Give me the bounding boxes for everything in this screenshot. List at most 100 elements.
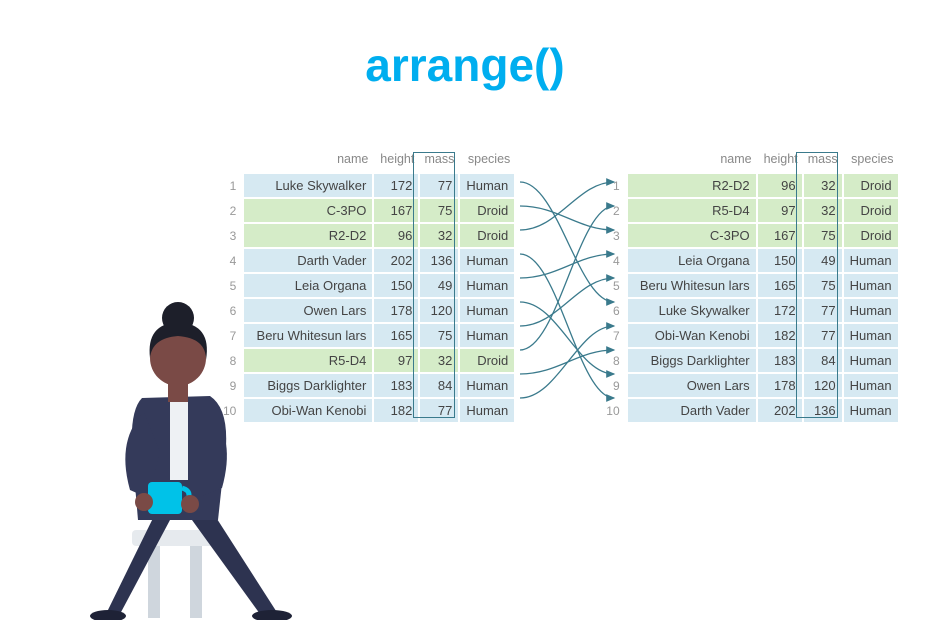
right-table: name height mass species 1R2-D29632Droid… [598,148,899,424]
cell-mass: 75 [420,324,458,347]
cell-species: Human [844,399,898,422]
cell-name: Darth Vader [628,399,756,422]
cell-species: Human [844,324,898,347]
cell-mass: 136 [420,249,458,272]
cell-species: Droid [460,199,514,222]
cell-name: R2-D2 [628,174,756,197]
table-row: 3C-3PO16775Droid [600,224,897,247]
table-row: 7Obi-Wan Kenobi18277Human [600,324,897,347]
table-row: 2R5-D49732Droid [600,199,897,222]
cell-height: 150 [374,274,418,297]
cell-mass: 77 [804,299,842,322]
cell-mass: 136 [804,399,842,422]
cell-mass: 84 [804,349,842,372]
cell-height: 97 [374,349,418,372]
table-row: 1Luke Skywalker17277Human [217,174,514,197]
row-number: 1 [600,174,625,197]
cell-species: Human [460,399,514,422]
cell-name: Leia Organa [628,249,756,272]
table-row: 1R2-D29632Droid [600,174,897,197]
cell-height: 97 [758,199,802,222]
cell-species: Droid [844,174,898,197]
cell-species: Droid [844,224,898,247]
cell-mass: 49 [420,274,458,297]
cell-height: 183 [374,374,418,397]
table-row: 2C-3PO16775Droid [217,199,514,222]
row-number: 6 [600,299,625,322]
row-number: 2 [600,199,625,222]
col-name: name [244,150,372,172]
row-number: 1 [217,174,242,197]
col-height: height [374,150,418,172]
col-height: height [758,150,802,172]
cell-species: Human [460,174,514,197]
cell-height: 182 [374,399,418,422]
cell-name: Owen Lars [628,374,756,397]
row-number: 9 [600,374,625,397]
table-row: 5Beru Whitesun lars16575Human [600,274,897,297]
row-number: 10 [600,399,625,422]
cell-height: 96 [758,174,802,197]
cell-height: 167 [374,199,418,222]
row-number: 8 [600,349,625,372]
cell-height: 96 [374,224,418,247]
row-number: 3 [600,224,625,247]
cell-species: Human [460,299,514,322]
cell-mass: 77 [804,324,842,347]
row-number: 4 [600,249,625,272]
cell-height: 165 [758,274,802,297]
col-rownum [217,150,242,172]
right-table-wrap: name height mass species 1R2-D29632Droid… [598,148,899,424]
cell-mass: 120 [420,299,458,322]
cell-species: Human [460,249,514,272]
cell-species: Human [844,249,898,272]
col-mass: mass [804,150,842,172]
cell-species: Human [844,374,898,397]
cell-mass: 75 [804,224,842,247]
cell-name: C-3PO [244,199,372,222]
cell-species: Human [460,274,514,297]
cell-height: 178 [758,374,802,397]
cell-name: Darth Vader [244,249,372,272]
cell-height: 202 [374,249,418,272]
cell-height: 167 [758,224,802,247]
row-number: 3 [217,224,242,247]
row-number: 5 [600,274,625,297]
cell-species: Droid [844,199,898,222]
cell-species: Human [844,274,898,297]
cell-height: 202 [758,399,802,422]
row-number: 4 [217,249,242,272]
cell-species: Human [460,374,514,397]
cell-mass: 75 [804,274,842,297]
cell-mass: 32 [420,349,458,372]
table-row: 8Biggs Darklighter18384Human [600,349,897,372]
cell-mass: 120 [804,374,842,397]
cell-mass: 32 [804,199,842,222]
cell-mass: 77 [420,399,458,422]
cell-name: C-3PO [628,224,756,247]
cell-name: Luke Skywalker [244,174,372,197]
cell-mass: 49 [804,249,842,272]
table-row: 3R2-D29632Droid [217,224,514,247]
col-mass: mass [420,150,458,172]
cell-mass: 32 [804,174,842,197]
cell-species: Droid [460,224,514,247]
col-name: name [628,150,756,172]
table-row: 10Darth Vader202136Human [600,399,897,422]
col-species: species [460,150,514,172]
cell-name: R2-D2 [244,224,372,247]
cell-species: Human [460,324,514,347]
table-row: 4Leia Organa15049Human [600,249,897,272]
col-rownum [600,150,625,172]
cell-species: Droid [460,349,514,372]
row-number: 2 [217,199,242,222]
cell-height: 183 [758,349,802,372]
cell-species: Human [844,349,898,372]
col-species: species [844,150,898,172]
cell-name: Obi-Wan Kenobi [628,324,756,347]
cell-name: R5-D4 [628,199,756,222]
cell-name: Biggs Darklighter [628,349,756,372]
cell-mass: 32 [420,224,458,247]
cell-height: 172 [374,174,418,197]
cell-mass: 75 [420,199,458,222]
